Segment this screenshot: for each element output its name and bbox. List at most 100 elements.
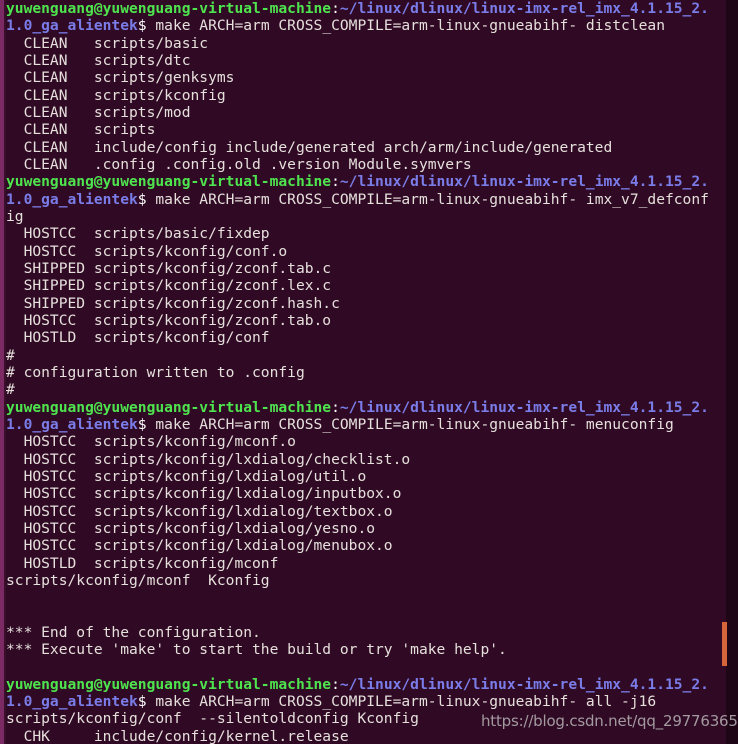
prompt-dollar-sign: $ — [137, 17, 147, 35]
terminal-output-line: *** End of the configuration. — [6, 624, 732, 641]
terminal-output-text: CLEAN include/config include/generated a… — [6, 138, 613, 156]
terminal-output-line: HOSTCC scripts/kconfig/lxdialog/checklis… — [6, 451, 732, 468]
terminal-left-edge-inner — [4, 0, 6, 744]
terminal-command: make ARCH=arm CROSS_COMPILE=arm-linux-gn… — [146, 693, 657, 711]
prompt-dollar-sign: $ — [137, 415, 147, 433]
prompt-path: ~/linux/dlinux/linux-imx-rel_imx_4.1.15_… — [339, 398, 709, 416]
terminal-output-line: scripts/kconfig/mconf Kconfig — [6, 572, 732, 589]
terminal-command: make ARCH=arm CROSS_COMPILE=arm-linux-gn… — [146, 190, 709, 208]
terminal-output-line: CLEAN include/config include/generated a… — [6, 139, 732, 156]
terminal-output-line: HOSTLD scripts/kconfig/conf — [6, 329, 732, 346]
terminal-output-text: SHIPPED scripts/kconfig/zconf.lex.c — [6, 277, 332, 295]
terminal-prompt-line: yuwenguang@yuwenguang-virtual-machine:~/… — [6, 0, 732, 17]
terminal-output-text: HOSTCC scripts/kconfig/lxdialog/menubox.… — [6, 537, 393, 555]
vertical-scrollbar-thumb[interactable] — [722, 622, 727, 666]
prompt-path-wrapped: 1.0_ga_alientek — [6, 190, 138, 208]
terminal-output-text: scripts/kconfig/mconf Kconfig — [6, 571, 270, 589]
terminal-output-text: HOSTCC scripts/kconfig/lxdialog/inputbox… — [6, 485, 402, 503]
terminal-output-text: HOSTLD scripts/kconfig/mconf — [6, 554, 279, 572]
terminal-output-text: HOSTCC scripts/kconfig/mconf.o — [6, 433, 296, 451]
prompt-path: ~/linux/dlinux/linux-imx-rel_imx_4.1.15_… — [339, 675, 709, 693]
terminal-output-text: *** Execute 'make' to start the build or… — [6, 641, 507, 659]
terminal-output-line: SHIPPED scripts/kconfig/zconf.lex.c — [6, 277, 732, 294]
terminal-output-text: CLEAN scripts — [6, 121, 156, 139]
terminal-output-line: CLEAN scripts/basic — [6, 35, 732, 52]
terminal-prompt-line-wrapped: 1.0_ga_alientek$ make ARCH=arm CROSS_COM… — [6, 191, 732, 208]
terminal-output-text: CLEAN scripts/kconfig — [6, 86, 226, 104]
terminal-window[interactable]: yuwenguang@yuwenguang-virtual-machine:~/… — [0, 0, 738, 744]
prompt-path-wrapped: 1.0_ga_alientek — [6, 415, 138, 433]
terminal-output-line: HOSTCC scripts/basic/fixdep — [6, 225, 732, 242]
terminal-command: make ARCH=arm CROSS_COMPILE=arm-linux-gn… — [146, 17, 665, 35]
terminal-output-line: CLEAN scripts/dtc — [6, 52, 732, 69]
terminal-output-line: # — [6, 347, 732, 364]
prompt-dollar-sign: $ — [137, 190, 147, 208]
terminal-output-line: CLEAN scripts/kconfig — [6, 87, 732, 104]
terminal-output-line: CLEAN scripts — [6, 121, 732, 138]
prompt-user-host: yuwenguang@yuwenguang-virtual-machine — [6, 173, 332, 191]
terminal-output-line: *** Execute 'make' to start the build or… — [6, 641, 732, 658]
terminal-output-area[interactable]: yuwenguang@yuwenguang-virtual-machine:~/… — [6, 0, 732, 744]
terminal-output-text: CLEAN scripts/mod — [6, 103, 191, 121]
terminal-output-text: HOSTCC scripts/kconfig/lxdialog/textbox.… — [6, 502, 393, 520]
terminal-output-line: HOSTCC scripts/kconfig/lxdialog/textbox.… — [6, 503, 732, 520]
terminal-output-text: CLEAN scripts/genksyms — [6, 69, 235, 87]
terminal-output-line: HOSTCC scripts/kconfig/lxdialog/inputbox… — [6, 485, 732, 502]
terminal-output-line: HOSTCC scripts/kconfig/zconf.tab.o — [6, 312, 732, 329]
vertical-scrollbar-track[interactable] — [722, 0, 738, 744]
terminal-output-text: HOSTCC scripts/basic/fixdep — [6, 225, 270, 243]
prompt-separator: : — [331, 0, 340, 17]
terminal-prompt-line: yuwenguang@yuwenguang-virtual-machine:~/… — [6, 399, 732, 416]
prompt-path: ~/linux/dlinux/linux-imx-rel_imx_4.1.15_… — [339, 0, 709, 17]
terminal-output-text: SHIPPED scripts/kconfig/zconf.hash.c — [6, 294, 340, 312]
terminal-output-text: # — [6, 346, 15, 364]
terminal-output-line: HOSTCC scripts/kconfig/lxdialog/yesno.o — [6, 520, 732, 537]
terminal-output-text: CLEAN scripts/dtc — [6, 51, 191, 69]
terminal-output-text: CHK include/config/kernel.release — [6, 727, 349, 744]
terminal-output-line: CLEAN .config .config.old .version Modul… — [6, 156, 732, 173]
terminal-output-line: SHIPPED scripts/kconfig/zconf.tab.c — [6, 260, 732, 277]
prompt-separator: : — [331, 675, 340, 693]
terminal-output-line: HOSTLD scripts/kconfig/mconf — [6, 555, 732, 572]
terminal-output-text: CLEAN .config .config.old .version Modul… — [6, 155, 472, 173]
watermark-url: https://blog.csdn.net/qq_29776365 — [481, 712, 738, 730]
terminal-output-line: # — [6, 381, 732, 398]
prompt-path-wrapped: 1.0_ga_alientek — [6, 17, 138, 35]
terminal-prompt-line: yuwenguang@yuwenguang-virtual-machine:~/… — [6, 676, 732, 693]
terminal-output-text: # configuration written to .config — [6, 363, 305, 381]
terminal-output-text: HOSTCC scripts/kconfig/lxdialog/util.o — [6, 467, 367, 485]
prompt-path-wrapped: 1.0_ga_alientek — [6, 693, 138, 711]
terminal-output-text: ig — [6, 207, 24, 225]
terminal-output-text: CLEAN scripts/basic — [6, 34, 209, 52]
terminal-prompt-line: yuwenguang@yuwenguang-virtual-machine:~/… — [6, 173, 732, 190]
terminal-output-text: HOSTCC scripts/kconfig/lxdialog/yesno.o — [6, 519, 376, 537]
terminal-output-line: HOSTCC scripts/kconfig/lxdialog/menubox.… — [6, 537, 732, 554]
terminal-prompt-line-wrapped: 1.0_ga_alientek$ make ARCH=arm CROSS_COM… — [6, 416, 732, 433]
terminal-prompt-line-wrapped: 1.0_ga_alientek$ make ARCH=arm CROSS_COM… — [6, 17, 732, 34]
terminal-output-text: HOSTLD scripts/kconfig/conf — [6, 329, 270, 347]
terminal-output-text: # — [6, 381, 15, 399]
prompt-separator: : — [331, 398, 340, 416]
terminal-output-line: SHIPPED scripts/kconfig/zconf.hash.c — [6, 295, 732, 312]
prompt-separator: : — [331, 173, 340, 191]
terminal-output-line: HOSTCC scripts/kconfig/conf.o — [6, 243, 732, 260]
prompt-user-host: yuwenguang@yuwenguang-virtual-machine — [6, 398, 332, 416]
terminal-output-line: HOSTCC scripts/kconfig/lxdialog/util.o — [6, 468, 732, 485]
terminal-output-text: HOSTCC scripts/kconfig/zconf.tab.o — [6, 311, 332, 329]
terminal-output-text: scripts/kconfig/conf --silentoldconfig K… — [6, 710, 419, 728]
prompt-user-host: yuwenguang@yuwenguang-virtual-machine — [6, 0, 332, 17]
terminal-output-line: CLEAN scripts/genksyms — [6, 69, 732, 86]
terminal-command: make ARCH=arm CROSS_COMPILE=arm-linux-gn… — [146, 415, 674, 433]
prompt-dollar-sign: $ — [137, 693, 147, 711]
terminal-prompt-line-wrapped: 1.0_ga_alientek$ make ARCH=arm CROSS_COM… — [6, 693, 732, 710]
prompt-user-host: yuwenguang@yuwenguang-virtual-machine — [6, 675, 332, 693]
terminal-output-text: HOSTCC scripts/kconfig/conf.o — [6, 242, 288, 260]
terminal-output-text: SHIPPED scripts/kconfig/zconf.tab.c — [6, 259, 332, 277]
prompt-path: ~/linux/dlinux/linux-imx-rel_imx_4.1.15_… — [339, 173, 709, 191]
terminal-output-text: HOSTCC scripts/kconfig/lxdialog/checklis… — [6, 450, 411, 468]
terminal-output-text: *** End of the configuration. — [6, 623, 261, 641]
terminal-output-line: ig — [6, 208, 732, 225]
